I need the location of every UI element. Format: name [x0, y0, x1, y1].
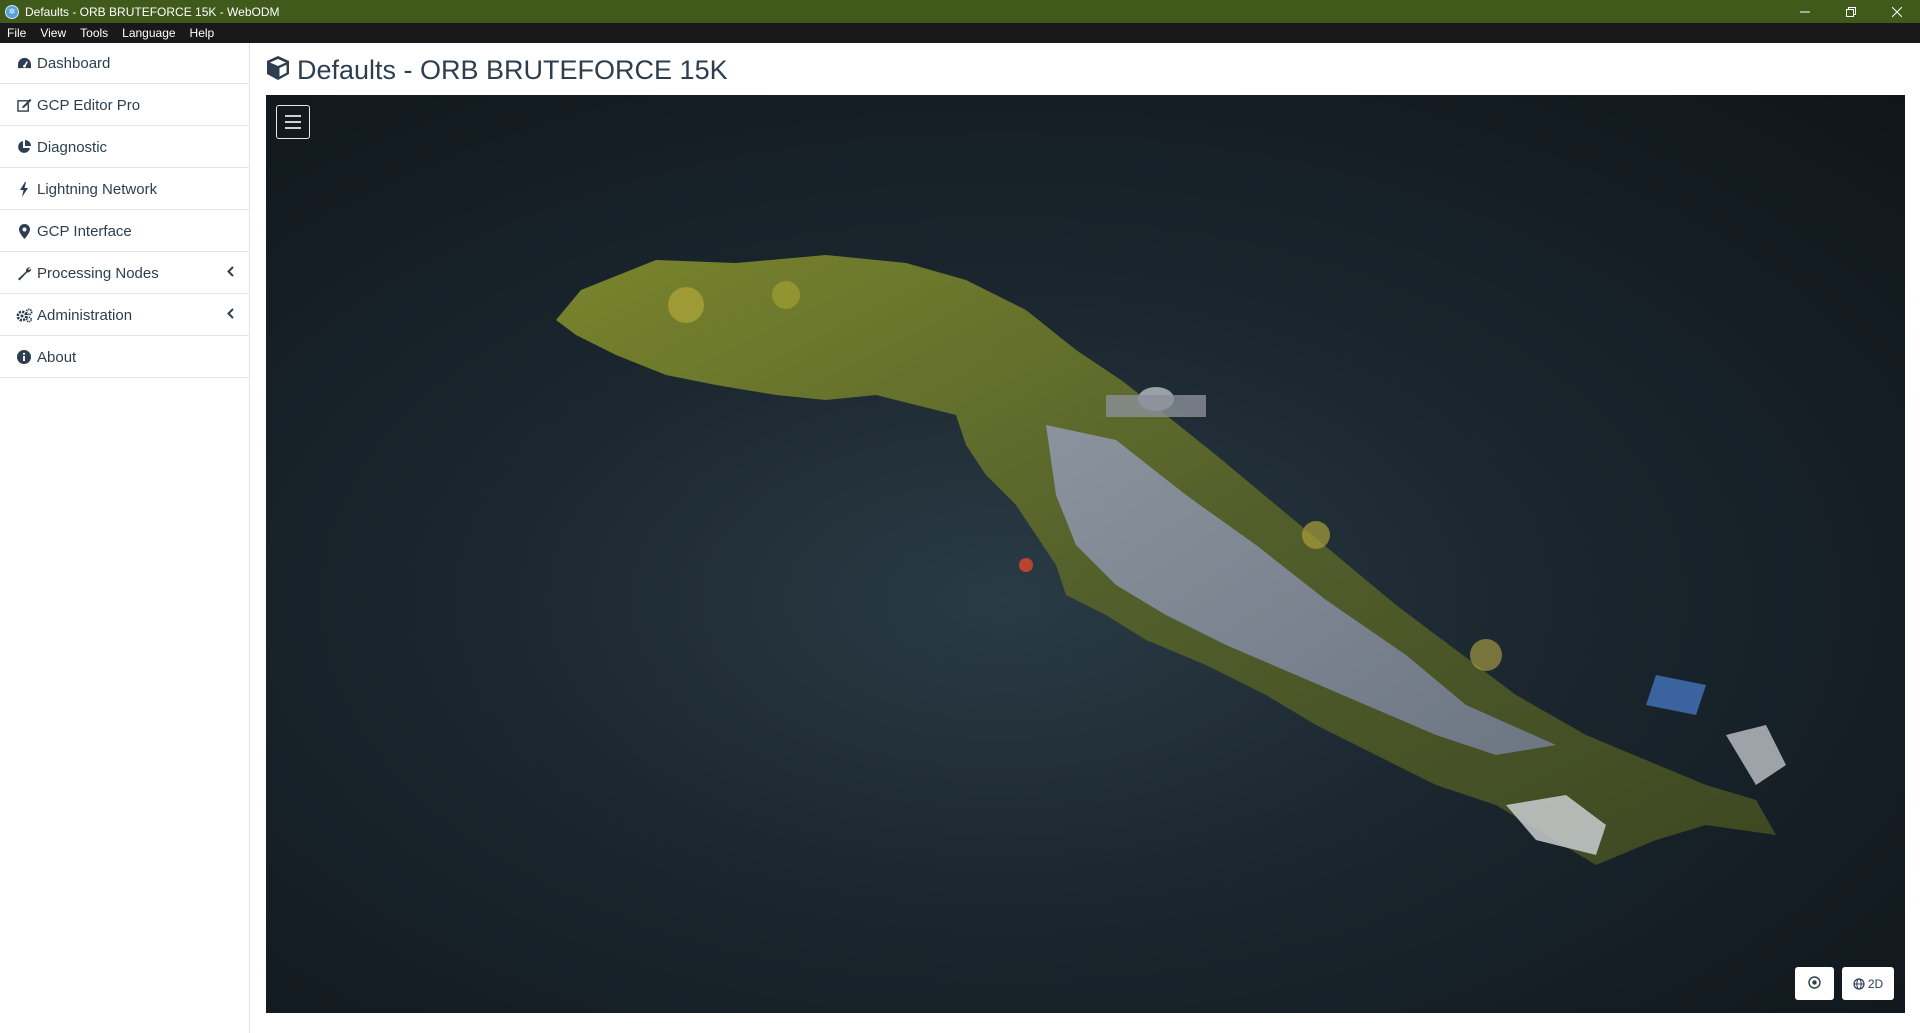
sidebar-item-label: About [37, 348, 77, 366]
minimize-icon[interactable] [1782, 0, 1828, 23]
sidebar-item-label: Dashboard [37, 54, 111, 72]
sidebar-item-gcp-interface[interactable]: GCP Interface [0, 211, 249, 252]
restore-icon[interactable] [1828, 0, 1874, 23]
sidebar-item-administration[interactable]: Administration [0, 295, 249, 336]
sidebar-item-diagnostic[interactable]: Diagnostic [0, 127, 249, 168]
close-icon[interactable] [1874, 0, 1920, 23]
gcp-editor-icon [15, 97, 33, 113]
bolt-icon [15, 181, 33, 197]
menu-bar: File View Tools Language Help [0, 23, 1920, 43]
window-titlebar: ✲ Defaults - ORB BRUTEFORCE 15K - WebODM [0, 0, 1920, 23]
chevron-left-icon[interactable] [227, 307, 234, 322]
sidebar-item-label: Administration [37, 306, 133, 324]
switch-2d-button[interactable]: 2D [1842, 967, 1894, 1000]
dashboard-icon [15, 55, 33, 71]
sidebar-item-dashboard[interactable]: Dashboard [0, 43, 249, 84]
pie-chart-icon [15, 139, 33, 155]
sidebar: Dashboard GCP Editor Pro Diagnostic Ligh… [0, 43, 250, 1033]
sidebar-item-label: GCP Editor Pro [37, 96, 141, 114]
cube-icon [265, 55, 291, 86]
menu-language[interactable]: Language [115, 26, 182, 40]
point-cloud-render [556, 255, 1786, 865]
info-icon [15, 349, 33, 365]
target-icon [1808, 975, 1821, 992]
hamburger-icon[interactable] [276, 105, 310, 139]
map-marker-icon [15, 223, 33, 239]
chevron-left-icon[interactable] [227, 265, 234, 280]
sidebar-item-about[interactable]: About [0, 337, 249, 378]
globe-icon [1853, 977, 1865, 990]
sidebar-item-processing-nodes[interactable]: Processing Nodes [0, 253, 249, 294]
page-title: Defaults - ORB BRUTEFORCE 15K [297, 54, 728, 85]
menu-view[interactable]: View [33, 26, 73, 40]
reset-view-button[interactable] [1795, 967, 1834, 1000]
sidebar-item-label: Lightning Network [37, 180, 158, 198]
page-header: Defaults - ORB BRUTEFORCE 15K [265, 50, 728, 90]
page-scrollbar[interactable] [1905, 95, 1920, 1013]
menu-file[interactable]: File [0, 26, 33, 40]
sidebar-item-gcp-editor-pro[interactable]: GCP Editor Pro [0, 85, 249, 126]
menu-help[interactable]: Help [183, 26, 222, 40]
sidebar-item-label: Processing Nodes [37, 264, 159, 282]
point-cloud-viewer[interactable]: 2D [266, 95, 1905, 1013]
sidebar-item-label: Diagnostic [37, 138, 108, 156]
window-controls [1782, 0, 1920, 23]
mode-label: 2D [1867, 976, 1884, 991]
menu-tools[interactable]: Tools [73, 26, 115, 40]
webodm-app-icon: ✲ [5, 4, 19, 19]
sidebar-item-lightning-network[interactable]: Lightning Network [0, 169, 249, 210]
wrench-icon [15, 265, 33, 281]
window-title: Defaults - ORB BRUTEFORCE 15K - WebODM [25, 4, 280, 19]
cogs-icon [15, 307, 33, 323]
sidebar-item-label: GCP Interface [37, 222, 132, 240]
